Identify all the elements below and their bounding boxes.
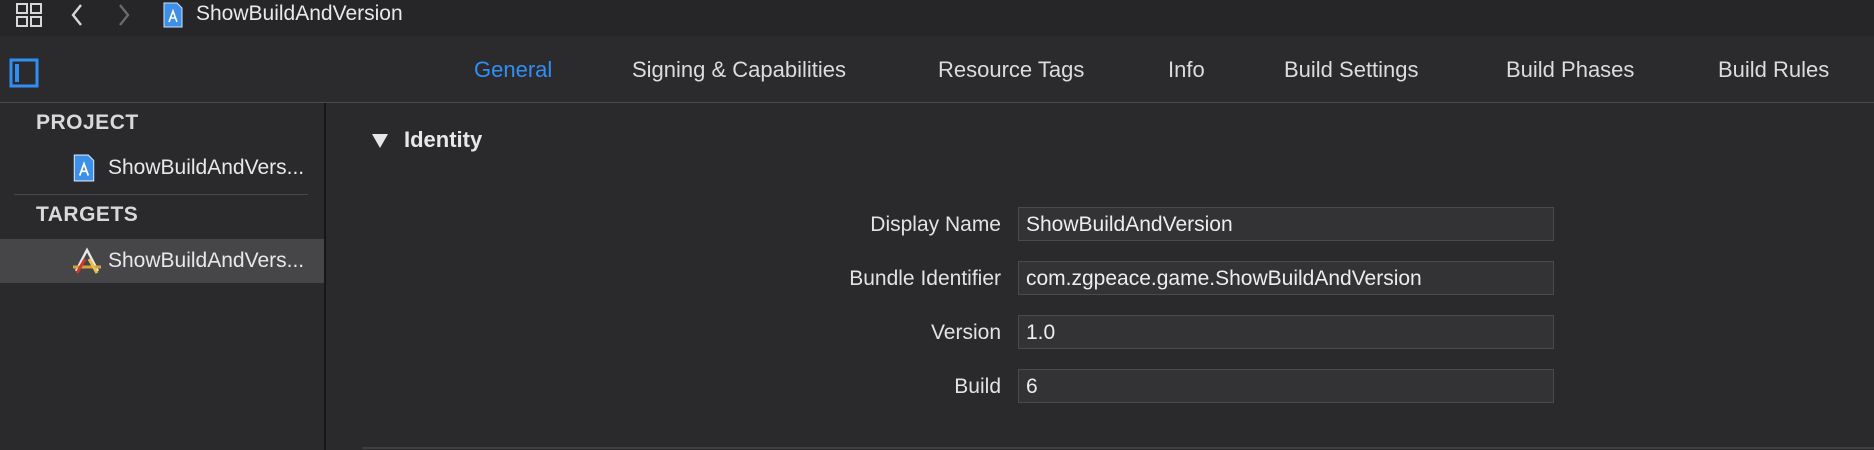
general-editor: Identity Display Name ShowBuildAndVersio…: [326, 103, 1874, 450]
tab-signing-capabilities[interactable]: Signing & Capabilities: [632, 36, 846, 102]
forward-chevron-icon[interactable]: [112, 0, 136, 30]
related-items-grid-icon[interactable]: [10, 0, 50, 30]
project-file-icon: [160, 0, 186, 30]
back-chevron-icon[interactable]: [65, 0, 89, 30]
tab-build-settings[interactable]: Build Settings: [1284, 36, 1419, 102]
section-divider: [362, 447, 1874, 449]
sidebar-item-project[interactable]: ShowBuildAndVers...: [0, 146, 324, 190]
project-section-header: PROJECT: [36, 111, 139, 134]
toolbar: ShowBuildAndVersion: [0, 0, 1874, 36]
bundle-identifier-field[interactable]: com.zgpeace.game.ShowBuildAndVersion: [1018, 261, 1554, 295]
display-name-label: Display Name: [870, 213, 1001, 236]
sidebar-item-target[interactable]: ShowBuildAndVers...: [0, 239, 324, 283]
tab-build-phases[interactable]: Build Phases: [1506, 36, 1634, 102]
version-label: Version: [930, 321, 1001, 344]
navigator-toggle-icon[interactable]: [9, 58, 39, 88]
build-label: Build: [954, 375, 1001, 398]
editor-tab-bar: General Signing & Capabilities Resource …: [0, 36, 1874, 103]
tab-info[interactable]: Info: [1168, 36, 1205, 102]
sidebar-item-label: ShowBuildAndVers...: [108, 249, 305, 272]
identity-section-title: Identity: [404, 127, 483, 152]
project-file-icon: [72, 154, 100, 182]
tab-resource-tags[interactable]: Resource Tags: [938, 36, 1084, 102]
disclosure-triangle-icon[interactable]: [370, 131, 390, 151]
display-name-field[interactable]: ShowBuildAndVersion: [1018, 207, 1554, 241]
app-target-icon: [72, 247, 101, 275]
tab-general[interactable]: General: [474, 36, 552, 102]
tab-build-rules[interactable]: Build Rules: [1718, 36, 1829, 102]
breadcrumb-title[interactable]: ShowBuildAndVersion: [196, 0, 403, 30]
sidebar-divider: [14, 194, 308, 195]
project-target-sidebar: PROJECT ShowBuildAndVers... TARGETS Show…: [0, 103, 326, 450]
version-field[interactable]: 1.0: [1018, 315, 1554, 349]
sidebar-item-label: ShowBuildAndVers...: [108, 156, 305, 179]
build-field[interactable]: 6: [1018, 369, 1554, 403]
bundle-identifier-label: Bundle Identifier: [849, 267, 1001, 290]
targets-section-header: TARGETS: [36, 203, 139, 226]
